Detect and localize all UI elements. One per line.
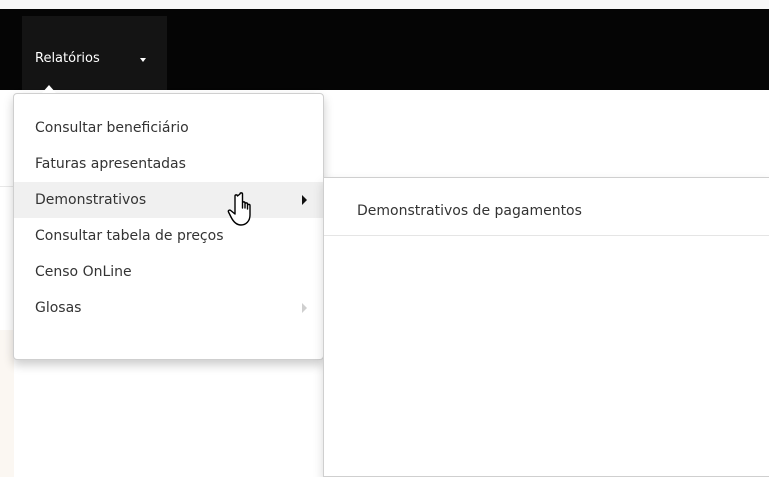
reports-dropdown-menu: Consultar beneficiário Faturas apresenta…	[13, 93, 324, 360]
top-strip	[0, 0, 769, 9]
menu-item-glosas[interactable]: Glosas	[14, 290, 323, 326]
submenu-arrow-icon	[302, 195, 307, 205]
submenu-arrow-icon	[302, 303, 307, 313]
menu-item-demonstrativos[interactable]: Demonstrativos	[14, 182, 323, 218]
menu-item-label: Demonstrativos	[35, 192, 147, 208]
submenu-item-demonstrativos-de-pagamentos[interactable]: Demonstrativos de pagamentos	[324, 178, 769, 236]
menu-item-faturas-apresentadas[interactable]: Faturas apresentadas	[14, 146, 323, 182]
dropdown-pointer	[42, 85, 56, 93]
menu-item-consultar-beneficiario[interactable]: Consultar beneficiário	[14, 110, 323, 146]
submenu-item-label: Demonstrativos de pagamentos	[357, 203, 582, 219]
demonstrativos-submenu: Demonstrativos de pagamentos	[323, 177, 769, 477]
menu-item-label: Consultar beneficiário	[35, 120, 189, 136]
nav-item-label[interactable]: Relatórios	[35, 51, 100, 66]
menu-item-label: Censo OnLine	[35, 264, 132, 280]
menu-item-censo-online[interactable]: Censo OnLine	[14, 254, 323, 290]
menu-item-label: Faturas apresentadas	[35, 156, 186, 172]
left-panel	[0, 330, 14, 477]
menu-item-label: Glosas	[35, 300, 82, 316]
menu-item-label: Consultar tabela de preços	[35, 228, 224, 244]
menu-item-consultar-tabela-de-precos[interactable]: Consultar tabela de preços	[14, 218, 323, 254]
hand-cursor-icon	[227, 192, 251, 226]
caret-down-icon	[140, 58, 146, 62]
